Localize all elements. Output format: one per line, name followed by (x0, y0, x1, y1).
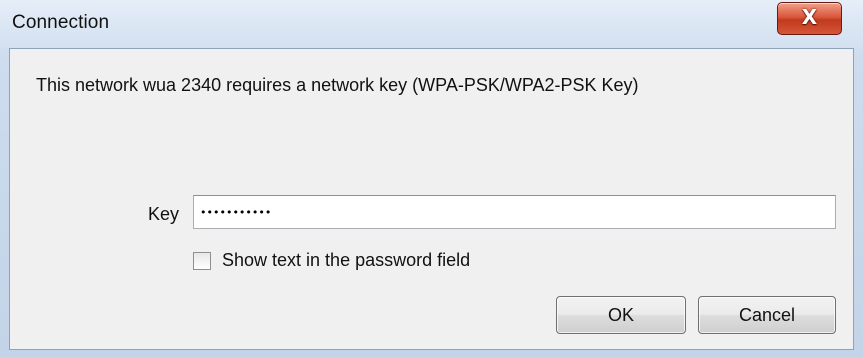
window-title: Connection (12, 12, 110, 33)
cancel-button[interactable]: Cancel (698, 296, 836, 334)
connection-dialog: Connection X This network wua 2340 requi… (0, 0, 863, 357)
close-icon: X (801, 5, 818, 29)
key-input[interactable] (193, 195, 836, 229)
network-key-message: This network wua 2340 requires a network… (36, 75, 639, 95)
show-text-label[interactable]: Show text in the password field (222, 250, 470, 271)
dialog-body: This network wua 2340 requires a network… (9, 48, 854, 350)
show-text-checkbox[interactable] (193, 252, 211, 270)
title-bar[interactable]: Connection X (0, 0, 863, 48)
ok-button[interactable]: OK (556, 296, 686, 334)
key-label: Key (148, 204, 180, 224)
close-button[interactable]: X (777, 2, 842, 35)
